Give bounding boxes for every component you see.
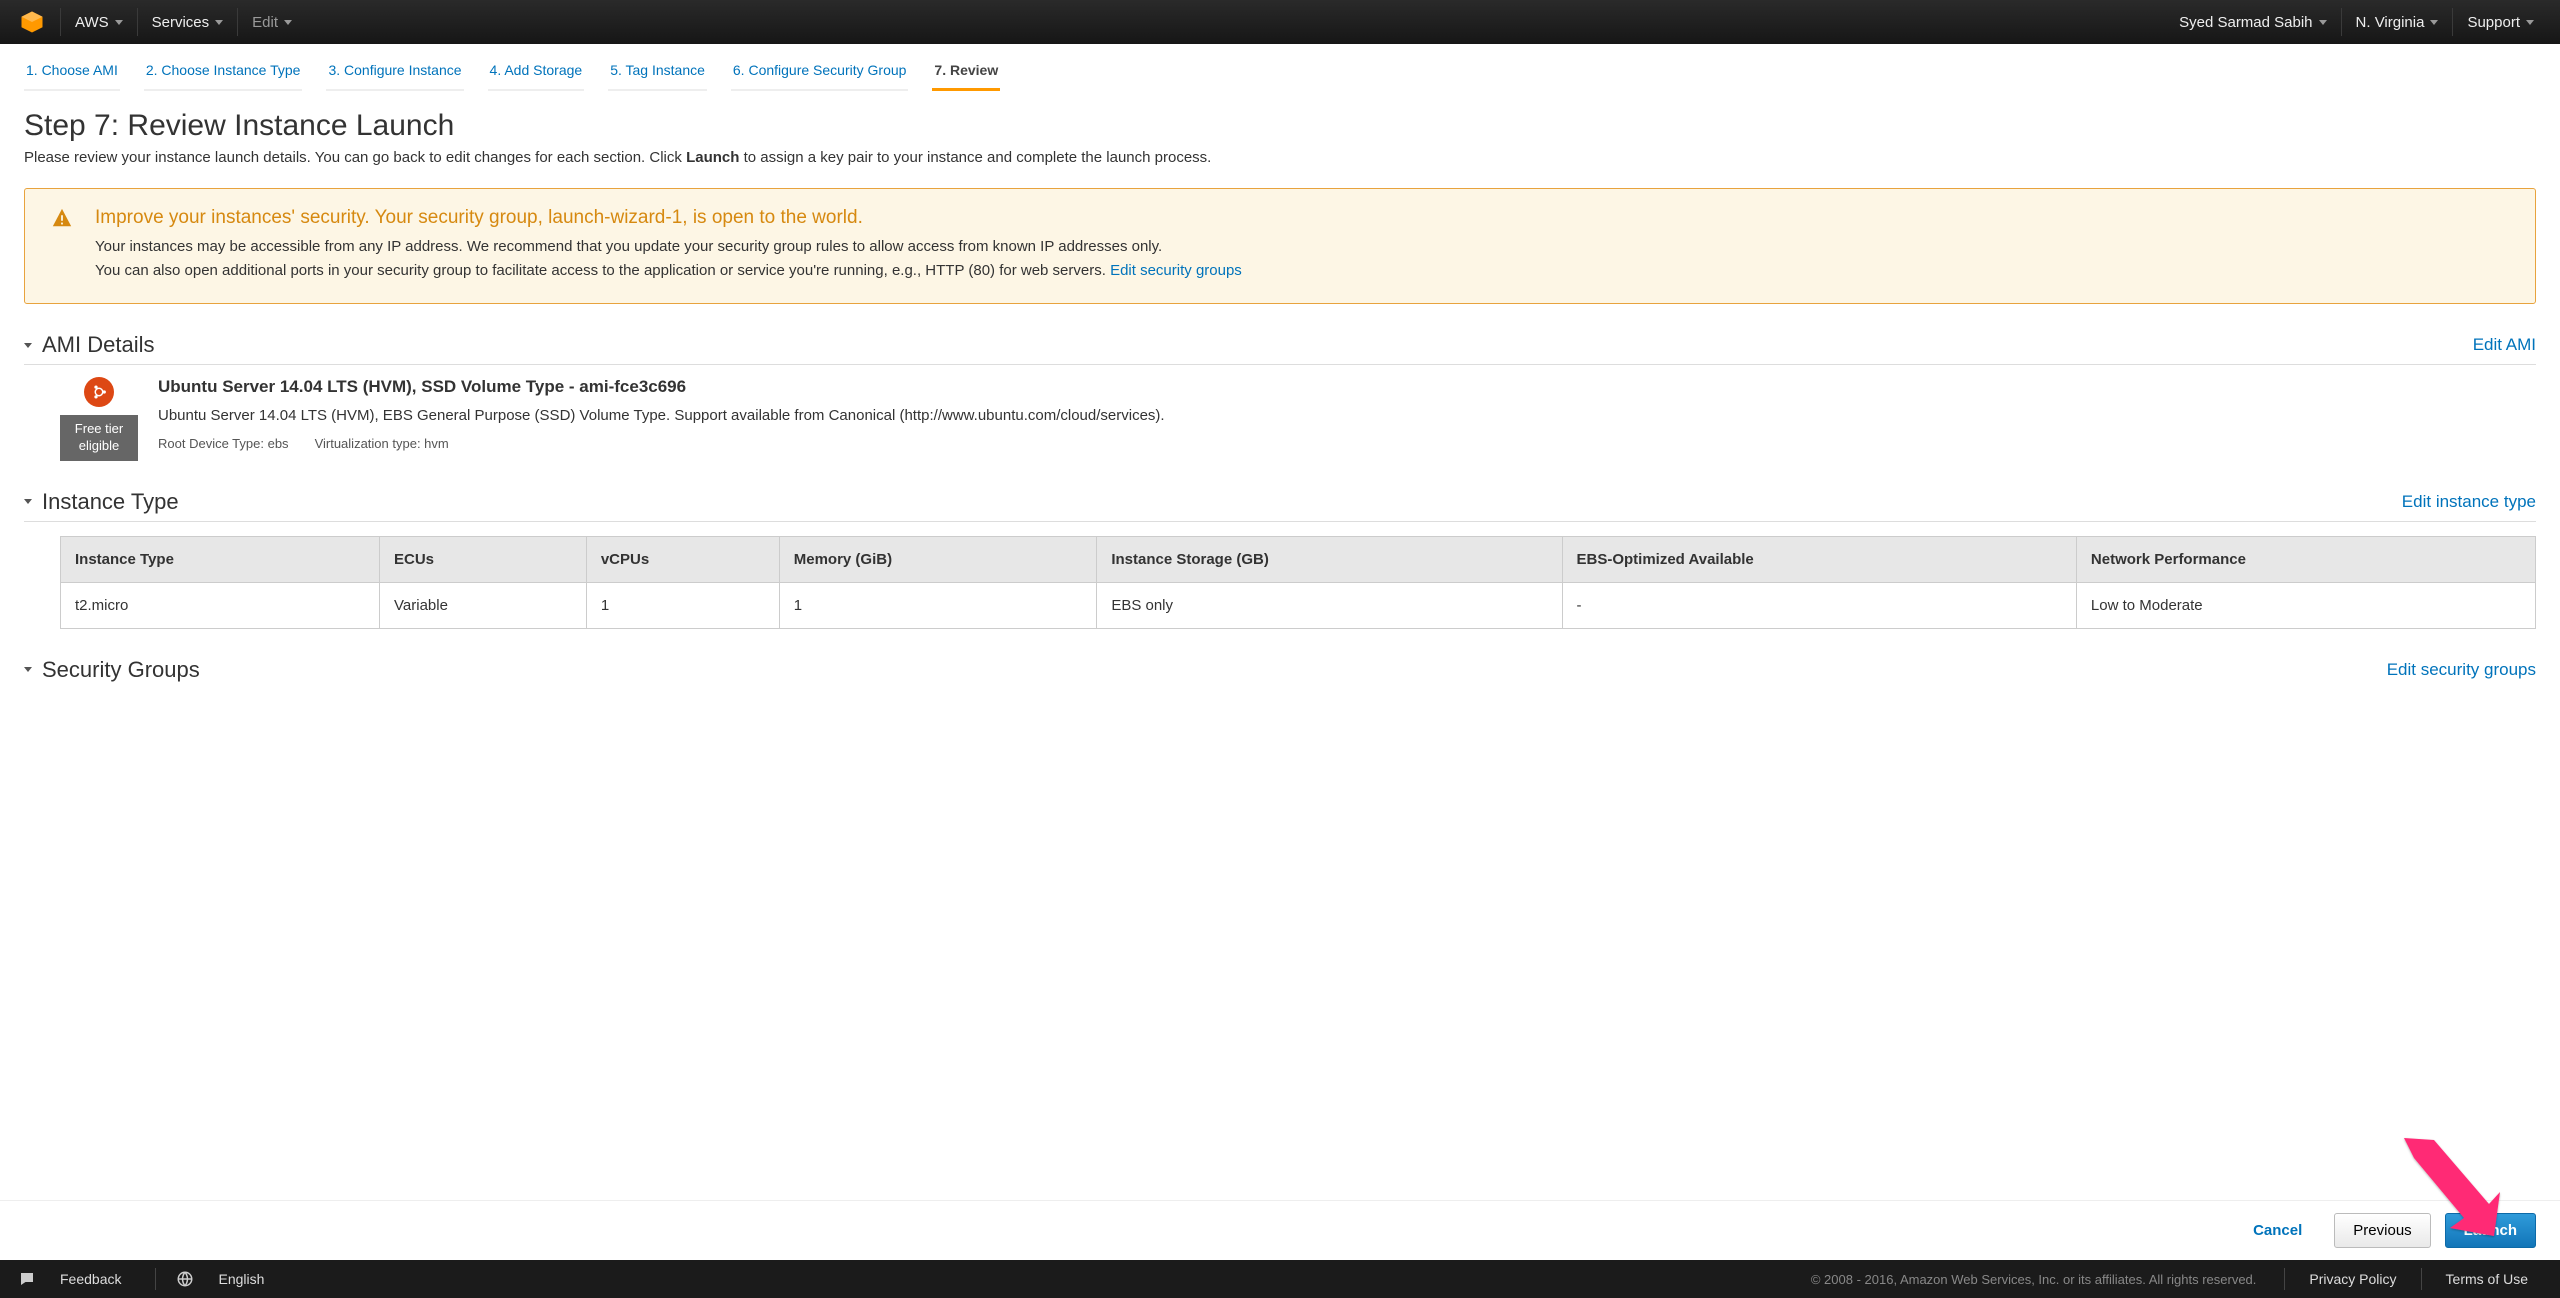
page-content: Step 7: Review Instance Launch Please re… [0,91,2560,809]
table-row: t2.micro Variable 1 1 EBS only - Low to … [61,582,2536,628]
cell-vcpus: 1 [586,582,779,628]
ami-root-device: Root Device Type: ebs [158,436,289,451]
chevron-down-icon[interactable] [24,343,32,348]
security-groups-section-title: Security Groups [42,657,2387,683]
cell-memory: 1 [779,582,1097,628]
cell-ecus: Variable [380,582,587,628]
edit-security-groups-section-link[interactable]: Edit security groups [2387,660,2536,680]
nav-region[interactable]: N. Virginia [2342,0,2453,44]
instance-type-section-header: Instance Type Edit instance type [24,489,2536,522]
page-desc-bold: Launch [686,149,739,166]
wizard-step-1[interactable]: 1. Choose AMI [24,62,120,91]
wizard-step-3[interactable]: 3. Configure Instance [326,62,463,91]
chevron-down-icon[interactable] [24,499,32,504]
wizard-steps: 1. Choose AMI 2. Choose Instance Type 3.… [0,44,2560,91]
feedback-link[interactable]: Feedback [46,1271,135,1287]
ami-description: Ubuntu Server 14.04 LTS (HVM), EBS Gener… [158,407,1165,424]
wizard-step-2[interactable]: 2. Choose Instance Type [144,62,303,91]
col-storage: Instance Storage (GB) [1097,536,1562,582]
wizard-step-4[interactable]: 4. Add Storage [488,62,585,91]
nav-edit-label: Edit [252,14,278,31]
globe-icon [176,1270,194,1288]
page-title: Step 7: Review Instance Launch [24,109,2536,143]
caret-down-icon [284,20,292,25]
cell-storage: EBS only [1097,582,1562,628]
privacy-policy-link[interactable]: Privacy Policy [2295,1271,2410,1287]
col-ebs-optimized: EBS-Optimized Available [1562,536,2076,582]
warning-icon [51,207,73,283]
top-nav: AWS Services Edit Syed Sarmad Sabih N. V… [0,0,2560,44]
footer-separator [155,1268,156,1290]
footer-copyright: © 2008 - 2016, Amazon Web Services, Inc.… [278,1272,2274,1287]
nav-brand[interactable]: AWS [61,0,137,44]
edit-ami-link[interactable]: Edit AMI [2473,335,2536,355]
caret-down-icon [2430,20,2438,25]
launch-button[interactable]: Launch [2445,1213,2536,1248]
edit-security-groups-link[interactable]: Edit security groups [1110,262,1242,279]
security-groups-section-header: Security Groups Edit security groups [24,657,2536,689]
security-warning-alert: Improve your instances' security. Your s… [24,188,2536,304]
page-desc-pre: Please review your instance launch detai… [24,149,686,166]
page-desc-post: to assign a key pair to your instance an… [739,149,1211,166]
col-ecus: ECUs [380,536,587,582]
nav-services-label: Services [152,14,210,31]
col-memory: Memory (GiB) [779,536,1097,582]
cancel-button[interactable]: Cancel [2235,1214,2320,1247]
cell-network: Low to Moderate [2076,582,2535,628]
chevron-down-icon[interactable] [24,667,32,672]
alert-line-2-text: You can also open additional ports in yo… [95,262,1110,279]
col-vcpus: vCPUs [586,536,779,582]
terms-of-use-link[interactable]: Terms of Use [2432,1271,2542,1287]
nav-brand-label: AWS [75,14,109,31]
cell-instance-type: t2.micro [61,582,380,628]
edit-instance-type-link[interactable]: Edit instance type [2402,492,2536,512]
alert-heading: Improve your instances' security. Your s… [95,207,1242,229]
nav-support[interactable]: Support [2453,0,2548,44]
caret-down-icon [215,20,223,25]
col-instance-type: Instance Type [61,536,380,582]
instance-type-section-title: Instance Type [42,489,2402,515]
nav-services[interactable]: Services [138,0,238,44]
caret-down-icon [115,20,123,25]
language-link[interactable]: English [204,1271,278,1287]
alert-line-2: You can also open additional ports in yo… [95,259,1242,283]
ami-title: Ubuntu Server 14.04 LTS (HVM), SSD Volum… [158,377,1165,397]
nav-user-label: Syed Sarmad Sabih [2179,14,2312,31]
wizard-step-6[interactable]: 6. Configure Security Group [731,62,909,91]
wizard-step-5[interactable]: 5. Tag Instance [608,62,707,91]
footer: Feedback English © 2008 - 2016, Amazon W… [0,1260,2560,1298]
ami-section-header: AMI Details Edit AMI [24,332,2536,365]
instance-type-table: Instance Type ECUs vCPUs Memory (GiB) In… [60,536,2536,629]
ubuntu-icon [84,377,114,407]
page-description: Please review your instance launch detai… [24,149,2536,166]
caret-down-icon [2319,20,2327,25]
footer-separator [2284,1268,2285,1290]
nav-edit[interactable]: Edit [238,0,306,44]
nav-region-label: N. Virginia [2356,14,2425,31]
col-network: Network Performance [2076,536,2535,582]
nav-user[interactable]: Syed Sarmad Sabih [2165,0,2340,44]
ami-section-title: AMI Details [42,332,2473,358]
action-bar: Cancel Previous Launch [0,1200,2560,1260]
previous-button[interactable]: Previous [2334,1213,2430,1248]
caret-down-icon [2526,20,2534,25]
alert-line-1: Your instances may be accessible from an… [95,235,1242,259]
cell-ebs-optimized: - [1562,582,2076,628]
nav-support-label: Support [2467,14,2520,31]
ami-details-row: Free tier eligible Ubuntu Server 14.04 L… [24,365,2536,461]
ami-virtualization: Virtualization type: hvm [315,436,449,451]
aws-logo-icon [18,8,46,36]
wizard-step-7[interactable]: 7. Review [932,62,1000,91]
free-tier-badge: Free tier eligible [60,415,138,461]
feedback-icon [18,1270,36,1288]
footer-separator [2421,1268,2422,1290]
